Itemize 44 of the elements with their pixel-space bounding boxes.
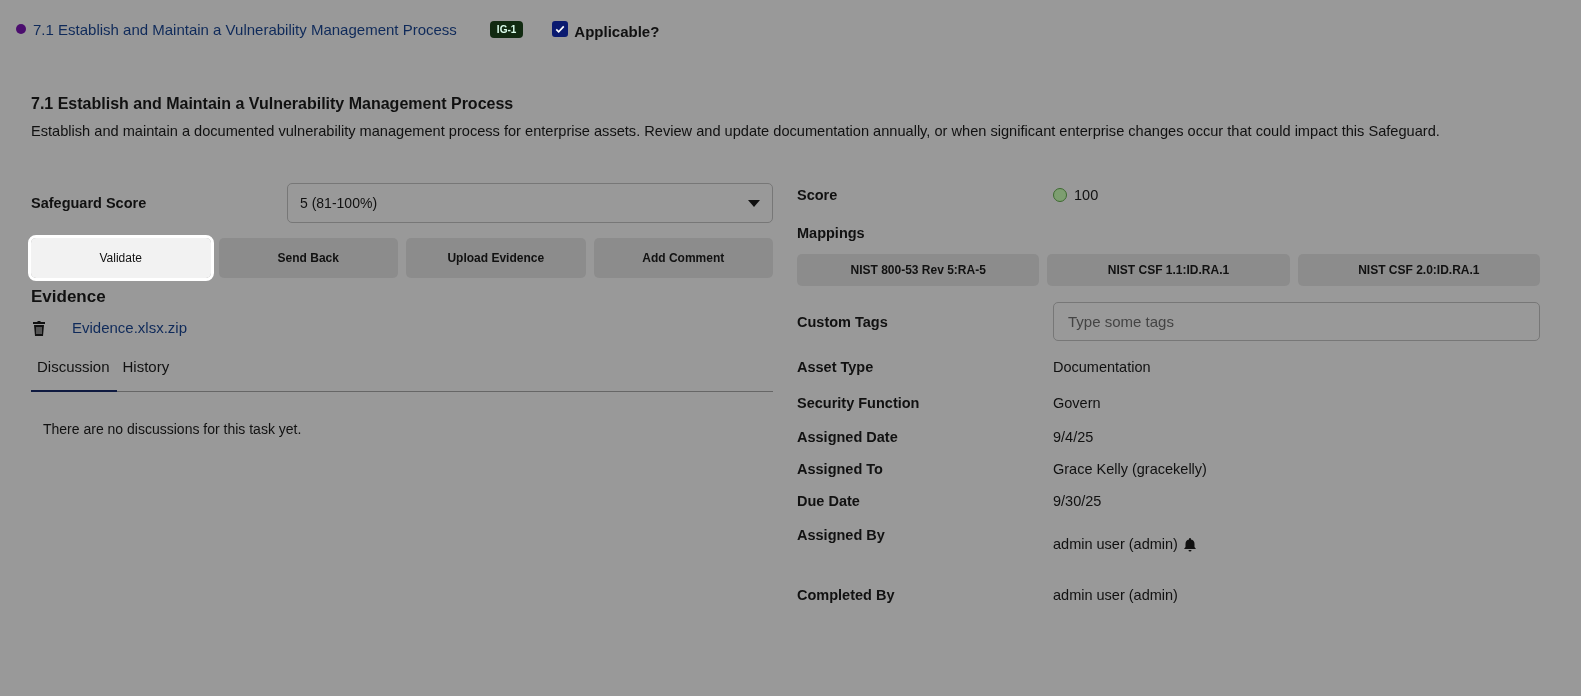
score-indicator-icon xyxy=(1053,188,1067,202)
empty-message: There are no discussions for this task yet. xyxy=(43,421,303,437)
detail-label: Completed By xyxy=(797,587,896,603)
mapping-button[interactable]: NIST 800-53 Rev 5:RA-5 xyxy=(797,254,1040,286)
status-dot xyxy=(16,24,26,34)
detail-value: Grace Kelly (gracekelly) xyxy=(1053,461,1207,477)
detail-value: 9/4/25 xyxy=(1053,429,1094,445)
detail-label: Assigned By xyxy=(797,527,886,543)
action-button[interactable]: Validate xyxy=(31,238,211,278)
safeguard-title: 7.1 Establish and Maintain a Vulnerability Management Process xyxy=(31,95,515,113)
safeguard-score-label: Safeguard Score xyxy=(31,195,148,211)
detail-label: Security Function xyxy=(797,395,921,411)
trash-icon[interactable] xyxy=(32,319,46,336)
score-label: Score xyxy=(797,187,839,203)
detail-value: Documentation xyxy=(1053,359,1151,375)
safeguard-link[interactable]: 7.1 Establish and Maintain a Vulnerability Management Process xyxy=(33,20,457,38)
evidence-file-link[interactable]: Evidence.xlsx.zip xyxy=(72,319,188,336)
detail-label: Due Date xyxy=(797,493,861,509)
score-value: 100 xyxy=(1074,187,1099,203)
tab[interactable]: History xyxy=(116,354,177,392)
action-button[interactable]: Add Comment xyxy=(593,238,773,278)
mapping-button[interactable]: NIST CSF 2.0:ID.RA.1 xyxy=(1297,254,1540,286)
evidence-heading: Evidence xyxy=(31,287,107,307)
applicable-label: Applicable? xyxy=(574,23,660,40)
detail-label: Asset Type xyxy=(797,359,875,375)
detail-label: Assigned Date xyxy=(797,429,899,445)
safeguard-score-select[interactable]: 5 (81-100%) xyxy=(287,183,773,223)
detail-label: Assigned To xyxy=(797,461,884,477)
detail-value: 9/30/25 xyxy=(1053,493,1102,509)
tags-input-field[interactable]: Type some tags xyxy=(1053,302,1540,341)
custom-tags-label: Custom Tags xyxy=(797,313,889,330)
detail-value: admin user (admin) xyxy=(1053,536,1178,552)
tab[interactable]: Discussion xyxy=(31,354,117,392)
ig-badge: IG-1 xyxy=(489,20,524,38)
detail-value: Govern xyxy=(1053,395,1101,411)
caret-icon xyxy=(748,199,760,207)
detail-value: admin user (admin) xyxy=(1053,587,1178,603)
safeguard-description: Establish and maintain a documented vulnerability management process for enterprise assets. Review and update documentation annually, or when significant enterprise changes occur that could impact this Safeguard. xyxy=(31,122,1441,141)
mappings-label: Mappings xyxy=(797,225,866,241)
action-button[interactable]: Send Back xyxy=(218,238,398,278)
applicable-checkbox[interactable] xyxy=(552,21,569,37)
bell-icon[interactable] xyxy=(1182,536,1197,552)
mapping-button[interactable]: NIST CSF 1.1:ID.RA.1 xyxy=(1047,254,1290,286)
action-button[interactable]: Upload Evidence xyxy=(406,238,586,278)
